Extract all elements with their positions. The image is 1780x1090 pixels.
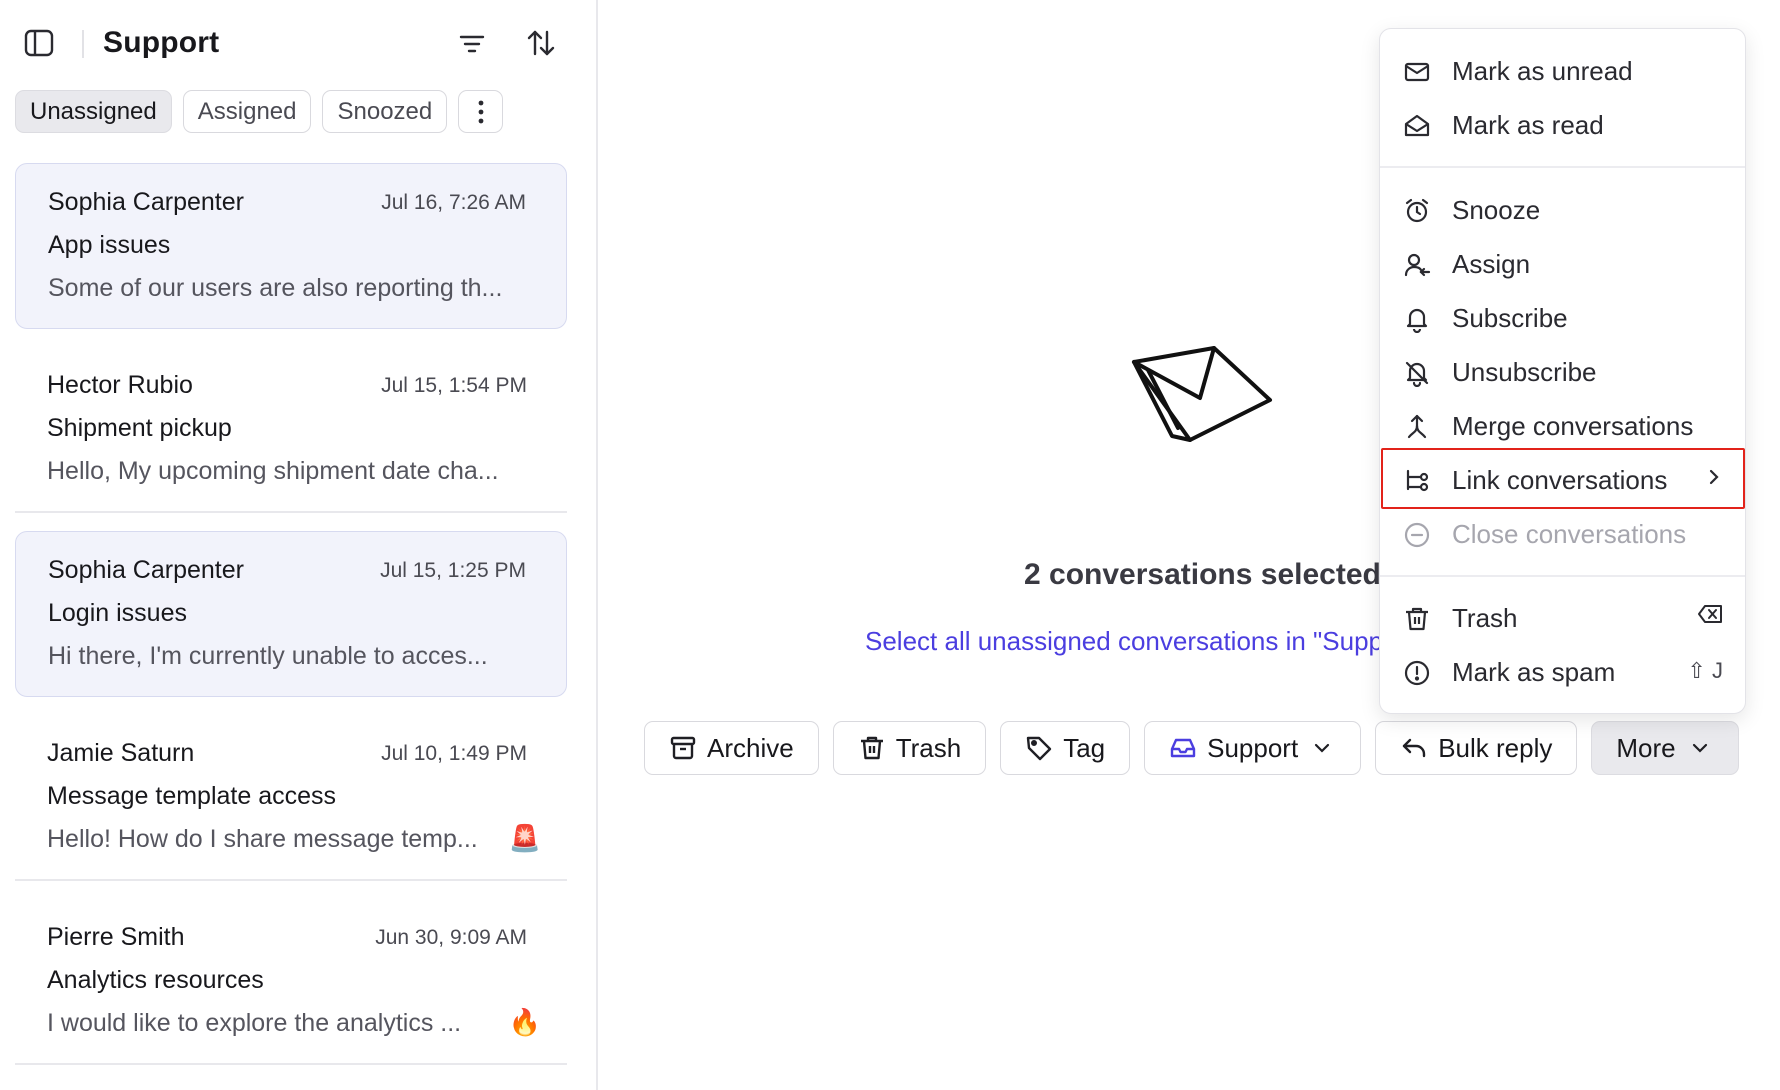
conversation-preview: Some of our users are also reporting th.… — [48, 274, 503, 302]
menu-item-trash[interactable]: Trash — [1380, 592, 1745, 644]
conversation-list: Sophia Carpenter Jul 16, 7:26 AM App iss… — [15, 163, 567, 1083]
menu-item-assign[interactable]: Assign — [1380, 238, 1745, 290]
alarm-clock-icon — [1402, 196, 1432, 226]
archive-button[interactable]: Archive — [644, 721, 819, 775]
conversation-date: Jun 30, 9:09 AM — [375, 926, 527, 949]
trash-icon — [1402, 604, 1432, 634]
envelopes-illustration-icon — [1132, 346, 1272, 442]
page-title: Support — [103, 26, 220, 59]
conversation-preview: I would like to explore the analytics ..… — [47, 1009, 462, 1037]
menu-item-mark-read[interactable]: Mark as read — [1380, 99, 1745, 151]
menu-item-snooze[interactable]: Snooze — [1380, 184, 1745, 236]
select-all-link-wrap: Select all unassigned conversations in "… — [865, 626, 1384, 666]
conversation-date: Jul 10, 1:49 PM — [381, 742, 527, 765]
alert-circle-icon — [1402, 658, 1432, 688]
user-assign-icon — [1402, 250, 1432, 280]
menu-item-unsubscribe[interactable]: Unsubscribe — [1380, 346, 1745, 398]
reply-icon — [1400, 734, 1428, 762]
conversation-sender: Hector Rubio — [47, 371, 193, 399]
conversation-item[interactable]: Sophia Carpenter Jul 16, 7:26 AM App iss… — [15, 163, 567, 329]
conversation-preview: Hello! How do I share message temp... — [47, 825, 478, 853]
fire-emoji-icon: 🔥 — [508, 1007, 541, 1037]
menu-item-link-conversations[interactable]: Link conversations — [1380, 454, 1745, 506]
vertical-dots-icon — [478, 100, 484, 123]
tabs-more-button[interactable] — [458, 90, 504, 133]
menu-item-close-conversations: Close conversations — [1380, 508, 1745, 560]
conversation-item[interactable]: Pierre Smith Jun 30, 9:09 AM Analytics r… — [15, 899, 567, 1065]
conversation-subject: Message template access — [47, 782, 337, 810]
archive-icon — [669, 734, 697, 762]
bell-off-icon — [1402, 358, 1432, 388]
menu-divider — [1380, 575, 1745, 577]
bulk-reply-button[interactable]: Bulk reply — [1375, 721, 1578, 775]
conversation-subject: Analytics resources — [47, 966, 264, 994]
conversation-subject: Shipment pickup — [47, 414, 232, 442]
sidebar-panel-icon — [24, 29, 54, 57]
chevron-down-icon — [1686, 734, 1714, 762]
conversation-sidebar: Support Unassigned Assigned Snoozed Soph… — [0, 0, 598, 1090]
bulk-actions-toolbar: Archive Trash Tag Support Bulk reply Mor… — [644, 721, 1739, 775]
trash-label: Trash — [895, 732, 962, 763]
trash-button[interactable]: Trash — [832, 721, 987, 775]
archive-label: Archive — [707, 732, 794, 763]
envelope-icon — [1402, 57, 1432, 87]
filter-icon — [459, 35, 485, 53]
conversation-date: Jul 15, 1:54 PM — [381, 374, 527, 397]
sidebar-header: Support — [0, 0, 596, 88]
sort-arrows-icon — [527, 30, 555, 56]
tab-assigned[interactable]: Assigned — [182, 90, 312, 133]
menu-item-mark-spam[interactable]: Mark as spam ⇧ J — [1380, 646, 1745, 698]
more-actions-button[interactable]: More — [1591, 721, 1739, 775]
tag-icon — [1025, 734, 1053, 762]
tag-label: Tag — [1063, 732, 1106, 763]
conversation-subject: App issues — [48, 231, 171, 259]
inbox-icon — [1169, 734, 1197, 762]
trash-icon — [858, 734, 886, 762]
shortcut-hint: ⇧ J — [1687, 658, 1723, 683]
chevron-down-icon — [1308, 734, 1336, 762]
bulk-reply-label: Bulk reply — [1438, 732, 1553, 763]
merge-icon — [1402, 412, 1432, 442]
selected-count-text: 2 conversations selected — [1024, 558, 1381, 591]
header-divider — [82, 30, 84, 58]
menu-divider — [1380, 166, 1745, 168]
move-to-inbox-dropdown[interactable]: Support — [1144, 721, 1362, 775]
conversation-preview: Hello, My upcoming shipment date cha... — [47, 457, 499, 485]
tab-unassigned[interactable]: Unassigned — [15, 90, 172, 133]
conversation-sender: Sophia Carpenter — [48, 188, 244, 216]
conversation-sender: Sophia Carpenter — [48, 556, 244, 584]
conversation-preview: Hi there, I'm currently unable to acces.… — [48, 642, 488, 670]
conversation-subject: Login issues — [48, 599, 187, 627]
conversation-date: Jul 16, 7:26 AM — [381, 191, 526, 214]
conversation-sender: Pierre Smith — [47, 923, 185, 951]
chevron-right-icon — [1705, 466, 1723, 488]
sort-button[interactable] — [522, 24, 560, 62]
tab-snoozed[interactable]: Snoozed — [322, 90, 448, 133]
tag-button[interactable]: Tag — [1000, 721, 1131, 775]
inbox-tabs: Unassigned Assigned Snoozed — [15, 90, 504, 134]
siren-emoji-icon: 🚨 — [508, 823, 541, 853]
envelope-open-icon — [1402, 111, 1432, 141]
conversation-item[interactable]: Hector Rubio Jul 15, 1:54 PM Shipment pi… — [15, 347, 567, 513]
conversation-sender: Jamie Saturn — [47, 739, 195, 767]
filter-button[interactable] — [454, 26, 490, 62]
conversation-item[interactable]: Jamie Saturn Jul 10, 1:49 PM Message tem… — [15, 715, 567, 881]
more-label: More — [1616, 732, 1676, 763]
link-conversations-icon — [1402, 466, 1432, 496]
sidebar-toggle-button[interactable] — [22, 26, 56, 60]
more-actions-menu: Mark as unread Mark as read Snooze Assig… — [1379, 28, 1746, 714]
menu-item-subscribe[interactable]: Subscribe — [1380, 292, 1745, 344]
select-all-link[interactable]: Select all unassigned conversations in "… — [865, 626, 1384, 657]
bell-icon — [1402, 304, 1432, 334]
delete-key-icon — [1697, 604, 1723, 624]
inbox-label: Support — [1207, 732, 1299, 763]
menu-item-merge[interactable]: Merge conversations — [1380, 400, 1745, 452]
conversation-item[interactable]: Sophia Carpenter Jul 15, 1:25 PM Login i… — [15, 531, 567, 697]
conversation-date: Jul 15, 1:25 PM — [380, 559, 526, 582]
menu-item-mark-unread[interactable]: Mark as unread — [1380, 45, 1745, 97]
minus-circle-icon — [1402, 520, 1432, 550]
